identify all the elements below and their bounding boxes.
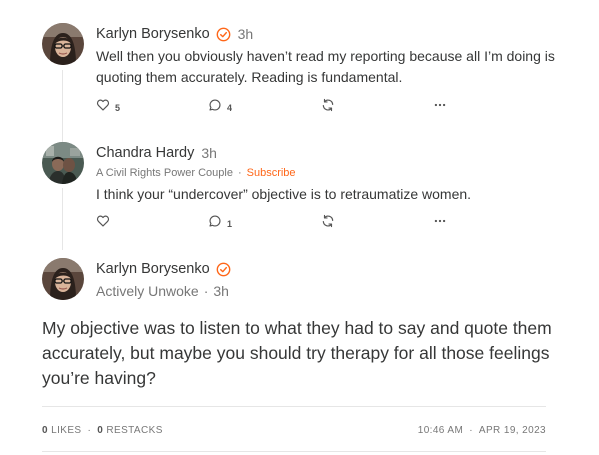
restacks-stat[interactable]: 0 RESTACKS (97, 425, 163, 436)
speech-bubble-icon (208, 214, 222, 233)
comment-timestamp[interactable]: 3h (201, 145, 217, 161)
comment-body: Well then you obviously haven’t read my … (96, 48, 555, 85)
separator: · (469, 425, 473, 436)
publication-name[interactable]: A Civil Rights Power Couple (96, 167, 233, 179)
divider (42, 406, 546, 407)
divider (42, 451, 546, 452)
post-datetime: 10:46 AM · APR 19, 2023 (418, 425, 546, 436)
verified-check-icon (216, 27, 231, 42)
heart-icon (96, 214, 110, 233)
avatar[interactable] (42, 23, 84, 65)
separator: · (203, 283, 209, 299)
author-name[interactable]: Chandra Hardy (96, 145, 194, 161)
thread-line (62, 70, 63, 142)
restacks-label: RESTACKS (106, 425, 163, 436)
author-name[interactable]: Karlyn Borysenko (96, 26, 210, 42)
likes-count: 0 (42, 425, 48, 436)
post-date: APR 19, 2023 (478, 425, 546, 436)
avatar[interactable] (42, 142, 84, 184)
post-time: 10:46 AM (417, 425, 464, 436)
speech-bubble-icon (208, 98, 222, 117)
separator: · (237, 167, 242, 179)
publication-name[interactable]: Actively Unwoke (96, 283, 199, 299)
restack-arrows-icon (321, 98, 335, 117)
heart-icon (96, 98, 110, 117)
restack-button[interactable] (321, 214, 335, 233)
like-button[interactable] (96, 214, 110, 233)
comment-actions: 1 (96, 214, 456, 230)
like-button[interactable]: 5 (96, 98, 120, 117)
more-options-button[interactable] (433, 98, 447, 117)
thread-line (62, 188, 63, 250)
restack-button[interactable] (321, 98, 335, 117)
post-stats: 0 LIKES · 0 RESTACKS (42, 425, 163, 436)
reply-button[interactable]: 4 (208, 98, 232, 117)
separator: · (87, 425, 92, 436)
comment-actions: 5 4 (96, 98, 456, 114)
reply-button[interactable]: 1 (208, 214, 232, 233)
more-dots-icon (433, 214, 447, 233)
reply-count: 1 (227, 218, 233, 229)
post-body: My objective was to listen to what they … (42, 318, 552, 388)
like-count: 5 (115, 102, 121, 113)
restack-arrows-icon (321, 214, 335, 233)
subscribe-link[interactable]: Subscribe (247, 167, 296, 179)
more-dots-icon (433, 98, 447, 117)
post-timestamp[interactable]: 3h (213, 283, 229, 299)
restacks-count: 0 (97, 425, 104, 436)
more-options-button[interactable] (433, 214, 447, 233)
reply-count: 4 (227, 102, 233, 113)
likes-stat[interactable]: 0 LIKES (42, 425, 82, 436)
verified-check-icon (216, 262, 231, 277)
avatar[interactable] (42, 258, 84, 300)
comment-timestamp[interactable]: 3h (238, 26, 254, 42)
likes-label: LIKES (51, 425, 82, 436)
comment-body: I think your “undercover” objective is t… (96, 186, 472, 202)
author-name[interactable]: Karlyn Borysenko (96, 261, 210, 277)
